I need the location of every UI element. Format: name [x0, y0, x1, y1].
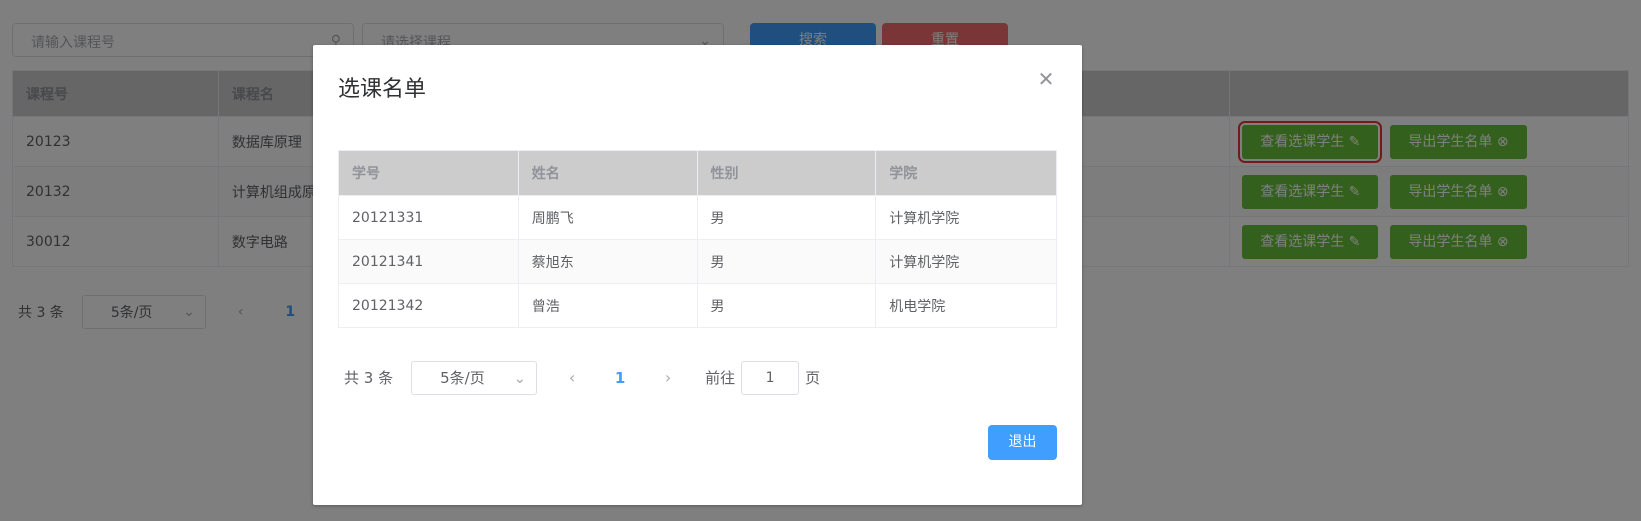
dialog-pagination: 共 3 条 5条/页 ⌄ ‹ 1 › 前往 1 页 [344, 360, 820, 395]
student-name-cell: 曾浩 [519, 284, 698, 327]
pagination-total: 共 3 条 [344, 369, 394, 387]
student-id-cell: 20121341 [339, 240, 519, 283]
page-size-select[interactable]: 5条/页 ⌄ [411, 360, 538, 395]
goto-page-input[interactable]: 1 [741, 360, 800, 395]
table-row: 20121341 蔡旭东 男 计算机学院 [339, 240, 1057, 284]
next-page-icon[interactable]: › [653, 368, 683, 387]
enrollment-dialog: 选课名单 ✕ 学号 姓名 性别 学院 20121331 周鹏飞 男 计算机学院 … [313, 45, 1082, 505]
page-suffix: 页 [805, 369, 821, 387]
header-name: 姓名 [519, 151, 698, 195]
student-college-cell: 计算机学院 [876, 240, 1057, 283]
student-gender-cell: 男 [698, 196, 877, 239]
page-number[interactable]: 1 [605, 369, 635, 387]
student-college-cell: 机电学院 [876, 284, 1057, 327]
student-college-cell: 计算机学院 [876, 196, 1057, 239]
header-gender: 性别 [698, 151, 877, 195]
table-row: 20121342 曾浩 男 机电学院 [339, 284, 1057, 328]
student-table: 学号 姓名 性别 学院 20121331 周鹏飞 男 计算机学院 2012134… [338, 150, 1057, 328]
student-name-cell: 蔡旭东 [519, 240, 698, 283]
close-icon[interactable]: ✕ [1036, 69, 1056, 89]
student-name-cell: 周鹏飞 [519, 196, 698, 239]
header-college: 学院 [876, 151, 1057, 195]
student-gender-cell: 男 [698, 284, 877, 327]
student-id-cell: 20121331 [339, 196, 519, 239]
table-row: 20121331 周鹏飞 男 计算机学院 [339, 196, 1057, 240]
student-table-header: 学号 姓名 性别 学院 [339, 151, 1057, 196]
quit-button[interactable]: 退出 [988, 425, 1057, 460]
goto-label: 前往 [705, 369, 736, 387]
student-id-cell: 20121342 [339, 284, 519, 327]
page-size-value: 5条/页 [440, 369, 485, 387]
dialog-title: 选课名单 [338, 77, 427, 102]
chevron-down-icon: ⌄ [513, 368, 527, 387]
header-student-id: 学号 [339, 151, 519, 195]
prev-page-icon[interactable]: ‹ [557, 368, 587, 387]
student-gender-cell: 男 [698, 240, 877, 283]
